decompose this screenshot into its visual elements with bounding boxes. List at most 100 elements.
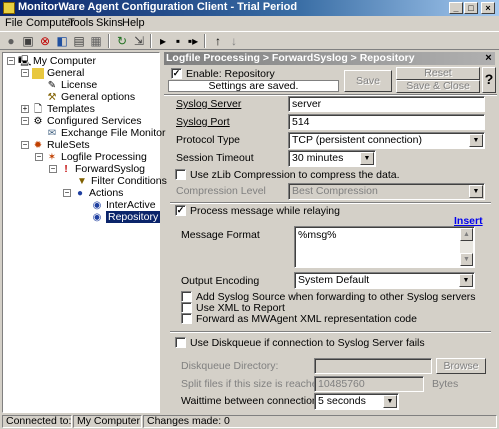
menu-help[interactable]: Help <box>122 17 145 29</box>
session-timeout-select[interactable]: 30 minutes ▼ <box>288 150 376 167</box>
use-diskqueue-checkbox[interactable] <box>175 337 186 348</box>
save-button[interactable]: Save <box>344 70 392 92</box>
tree-view: − 🖳 My Computer − General ✎ License ⚒ General… <box>2 52 167 413</box>
split-files-label: Split files if this size is reached: <box>181 378 327 390</box>
properties-icon[interactable]: ◧ <box>54 33 70 49</box>
move-up-icon[interactable]: ↑ <box>210 33 226 49</box>
scroll-up-icon[interactable]: ▲ <box>460 228 473 241</box>
pause-icon[interactable]: ▪▸ <box>185 33 201 49</box>
status-changes: Changes made: 0 <box>143 415 497 428</box>
dropdown-arrow-icon: ▼ <box>459 274 473 287</box>
services-icon: ⚙ <box>33 115 43 127</box>
window-icon[interactable]: ▦ <box>88 33 104 49</box>
dropdown-arrow-icon: ▼ <box>469 185 483 198</box>
dropdown-arrow-icon: ▼ <box>469 134 483 147</box>
options-icon: ⚒ <box>47 91 57 103</box>
output-encoding-select[interactable]: System Default ▼ <box>294 272 475 289</box>
message-format-label: Message Format <box>181 229 260 241</box>
templates-icon: 🗋 <box>33 103 43 115</box>
stop-icon[interactable]: ▪ <box>170 33 186 49</box>
syslog-port-label: Syslog Port <box>176 116 230 128</box>
syslog-server-input[interactable]: server <box>288 96 485 112</box>
filter-icon: ▼ <box>77 175 87 187</box>
print-icon[interactable]: ▤ <box>71 33 87 49</box>
dropdown-arrow-icon: ▼ <box>360 152 374 165</box>
menu-bar: File Computer Tools Skins Help <box>0 16 499 31</box>
title-bar: MonitorWare Agent Configuration Client -… <box>0 0 499 16</box>
tree-item-configured-services[interactable]: − ⚙ Configured Services <box>21 115 142 127</box>
license-icon: ✎ <box>47 79 57 91</box>
monitor-icon: ✉ <box>47 127 57 139</box>
maximize-button[interactable]: □ <box>464 2 478 14</box>
tree-item-rulesets[interactable]: − ✹ RuleSets <box>21 139 90 151</box>
tree-item-my-computer[interactable]: − 🖳 My Computer <box>7 55 96 67</box>
rulesets-icon: ✹ <box>33 139 43 151</box>
enable-checkbox[interactable]: ✓ <box>171 68 182 79</box>
minimize-button[interactable]: _ <box>449 2 463 14</box>
app-icon <box>3 2 15 14</box>
scroll-down-icon[interactable]: ▼ <box>460 253 473 266</box>
zlib-checkbox[interactable] <box>175 169 186 180</box>
menu-skins[interactable]: Skins <box>96 17 123 29</box>
play-icon[interactable]: ▸ <box>155 33 171 49</box>
browse-button[interactable]: Browse <box>436 358 486 374</box>
process-relaying-checkbox[interactable]: ✓ <box>175 205 186 216</box>
syslog-port-input[interactable]: 514 <box>288 114 485 130</box>
protocol-type-select[interactable]: TCP (persistent connection) ▼ <box>288 132 485 149</box>
help-button[interactable]: ? <box>482 67 496 93</box>
computer-icon: 🖳 <box>18 55 32 67</box>
message-format-textarea[interactable]: %msg% ▲ ▼ <box>294 226 475 268</box>
move-down-icon[interactable]: ↓ <box>226 33 242 49</box>
menu-file[interactable]: File <box>5 17 23 29</box>
process-relaying-label: Process message while relaying <box>190 205 340 217</box>
close-button[interactable]: × <box>481 2 495 14</box>
window-title: MonitorWare Agent Configuration Client -… <box>18 1 298 13</box>
tree-item-interactive[interactable]: ◉ InterActive <box>91 199 156 211</box>
forward-mwagent-label: Forward as MWAgent XML representation co… <box>196 313 417 325</box>
diskqueue-dir-input[interactable] <box>314 358 432 374</box>
export-icon[interactable]: ⇲ <box>131 33 147 49</box>
tree-item-general-options[interactable]: ⚒ General options <box>46 91 136 103</box>
split-files-input[interactable]: 10485760 <box>314 376 424 392</box>
diskqueue-dir-label: Diskqueue Directory: <box>181 360 279 372</box>
tree-item-actions[interactable]: − ● Actions <box>63 187 123 199</box>
actions-icon: ● <box>76 187 84 199</box>
refresh-icon[interactable]: ↻ <box>114 33 130 49</box>
save-close-button[interactable]: Save & Close <box>396 80 480 93</box>
tree-item-general[interactable]: − General <box>21 67 84 79</box>
action-icon: ◉ <box>92 211 102 223</box>
compression-level-select[interactable]: Best Compression ▼ <box>288 183 485 200</box>
settings-panel: ✓ Enable: Repository Settings are saved.… <box>164 65 497 413</box>
dropdown-arrow-icon: ▼ <box>383 395 397 408</box>
panel-close-icon[interactable]: × <box>482 52 495 65</box>
compression-level-label: Compression Level <box>176 185 266 197</box>
enable-label: Enable: Repository <box>186 68 275 80</box>
tree-item-repository[interactable]: ◉ Repository <box>91 211 161 223</box>
session-timeout-label: Session Timeout <box>176 152 254 164</box>
toolbar: ● ▣ ⊗ ◧ ▤ ▦ ↻ ⇲ ▸ ▪ ▪▸ ↑ ↓ <box>0 31 499 50</box>
use-diskqueue-label: Use Diskqueue if connection to Syslog Se… <box>190 337 425 349</box>
status-bar: Connected to: My Computer Changes made: … <box>0 414 499 429</box>
ruleset-icon: ✶ <box>47 151 57 163</box>
menu-tools[interactable]: Tools <box>68 17 94 29</box>
tree-item-forward-syslog[interactable]: −! ForwardSyslog <box>49 163 145 175</box>
tree-item-templates[interactable]: + 🗋 Templates <box>21 103 95 115</box>
output-encoding-label: Output Encoding <box>181 275 260 287</box>
tree-item-filter-conditions[interactable]: ▼ Filter Conditions <box>76 175 167 187</box>
tree-item-exchange-file-monitor[interactable]: ✉ Exchange File Monitor <box>46 127 166 139</box>
action-icon: ◉ <box>92 199 102 211</box>
add-syslog-source-checkbox[interactable] <box>181 291 192 302</box>
reset-button[interactable]: Reset <box>396 67 480 80</box>
folder-icon <box>32 67 44 79</box>
connect-icon[interactable]: ● <box>3 33 19 49</box>
forward-mwagent-checkbox[interactable] <box>181 313 192 324</box>
tree-item-logfile-processing[interactable]: − ✶ Logfile Processing <box>35 151 147 163</box>
save-icon[interactable]: ▣ <box>20 33 36 49</box>
syslog-server-label: Syslog Server <box>176 98 242 110</box>
delete-icon[interactable]: ⊗ <box>37 33 53 49</box>
message-format-scrollbar[interactable]: ▲ ▼ <box>460 228 473 266</box>
waittime-select[interactable]: 5 seconds ▼ <box>314 393 399 410</box>
use-xml-checkbox[interactable] <box>181 302 192 313</box>
status-connected-label: Connected to: <box>2 415 72 428</box>
tree-item-license[interactable]: ✎ License <box>46 79 97 91</box>
